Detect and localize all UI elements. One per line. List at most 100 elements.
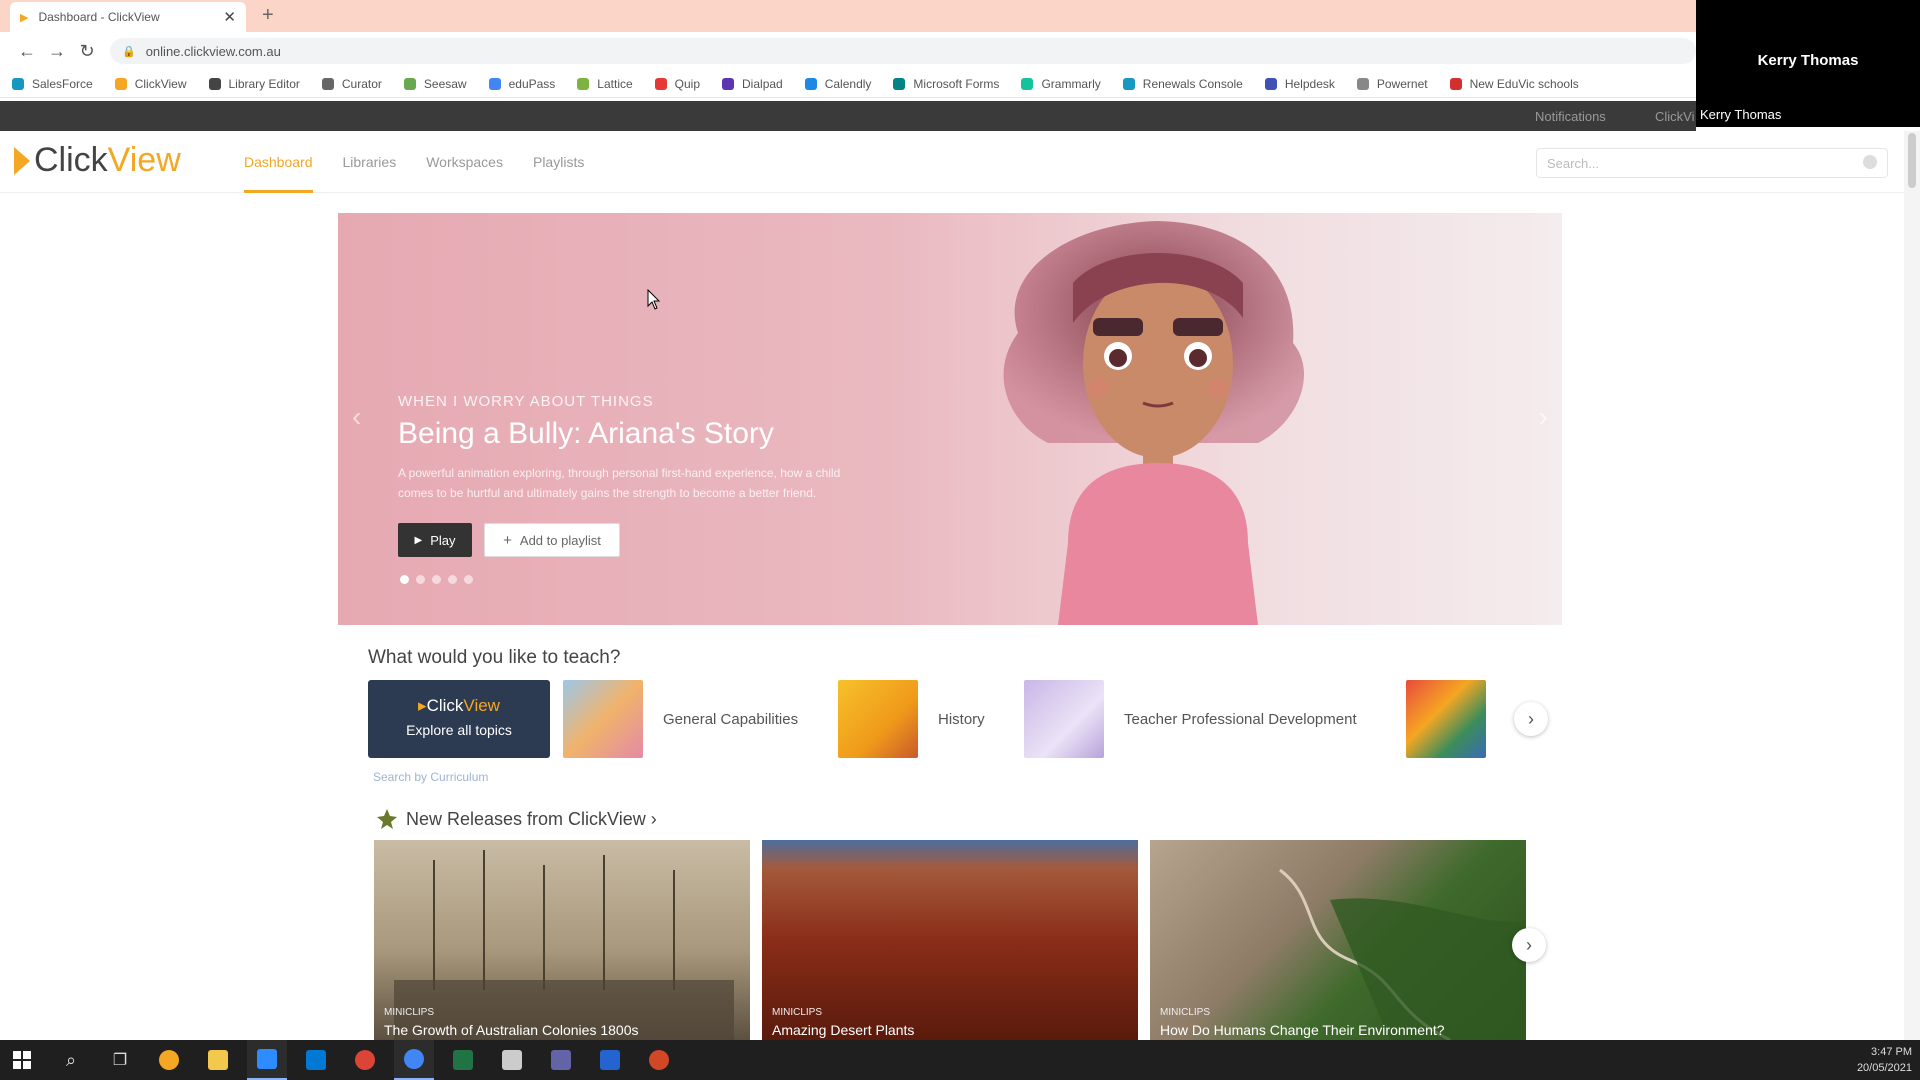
site-top-bar: Notifications ClickVi <box>0 101 1696 131</box>
bookmark-item[interactable]: eduPass <box>488 76 556 91</box>
bookmark-item[interactable]: Powernet <box>1356 77 1428 91</box>
nav-workspaces[interactable]: Workspaces <box>426 131 503 193</box>
bookmark-item[interactable]: Calendly <box>804 76 872 91</box>
carousel-dot[interactable] <box>416 575 425 584</box>
topic-history[interactable]: History <box>838 680 985 758</box>
release-card[interactable]: MINICLIPS Amazing Desert Plants <box>762 840 1138 1040</box>
clickview-favicon-icon: ▶ <box>20 11 29 24</box>
carousel-prev-icon[interactable]: ‹ <box>352 401 361 433</box>
page-scrollbar[interactable] <box>1904 131 1920 1040</box>
bookmark-item[interactable]: New EduVic schools <box>1449 76 1579 91</box>
chrome-taskbar-icon[interactable] <box>149 1040 189 1080</box>
hero-character-illustration <box>1003 221 1305 625</box>
participant-label: Kerry Thomas <box>1700 107 1782 122</box>
forward-icon[interactable]: → <box>42 41 72 62</box>
explore-all-topics-card[interactable]: ▸ClickView Explore all topics <box>368 680 550 758</box>
windows-taskbar: ⌕ ❐ 3:47 PM 20/05/2021 <box>0 1040 1920 1080</box>
release-card[interactable]: MINICLIPS The Growth of Australian Colon… <box>374 840 750 1040</box>
chrome-active-taskbar-icon[interactable] <box>394 1040 434 1080</box>
add-to-playlist-button[interactable]: + Add to playlist <box>484 523 620 557</box>
bookmark-item[interactable]: Quip <box>654 76 701 91</box>
new-tab-button[interactable]: + <box>262 4 274 27</box>
topics-next-button[interactable]: › <box>1514 702 1548 736</box>
search-placeholder: Search... <box>1547 156 1600 171</box>
browser-tab[interactable]: ▶ Dashboard - ClickView ✕ <box>10 2 246 32</box>
file-explorer-icon[interactable] <box>198 1040 238 1080</box>
windows-start-icon[interactable] <box>2 1040 42 1080</box>
excel-taskbar-icon[interactable] <box>443 1040 483 1080</box>
teams-taskbar-icon[interactable] <box>541 1040 581 1080</box>
bookmark-favicon-icon <box>208 77 221 90</box>
nav-dashboard[interactable]: Dashboard <box>244 131 313 193</box>
play-button[interactable]: ▶ Play <box>398 523 472 557</box>
bookmark-item[interactable]: Curator <box>321 76 382 91</box>
bookmark-item[interactable]: Renewals Console <box>1122 76 1243 91</box>
carousel-dot[interactable] <box>448 575 457 584</box>
bookmark-item[interactable]: SalesForce <box>12 77 93 91</box>
chrome-alt-taskbar-icon[interactable] <box>345 1040 385 1080</box>
bookmark-item[interactable]: Grammarly <box>1021 76 1101 91</box>
hero-kicker: WHEN I WORRY ABOUT THINGS <box>398 393 654 410</box>
bookmarks-bar: SalesForce ClickView Library Editor Curator… <box>0 70 1696 98</box>
bookmark-item[interactable]: ClickView <box>114 77 187 91</box>
carousel-dot[interactable] <box>432 575 441 584</box>
search-by-curriculum-link[interactable]: Search by Curriculum <box>373 770 488 784</box>
nav-libraries[interactable]: Libraries <box>343 131 397 193</box>
zoom-taskbar-icon[interactable] <box>247 1040 287 1080</box>
search-icon[interactable] <box>1863 155 1877 169</box>
release-title: Amazing Desert Plants <box>772 1022 915 1038</box>
notifications-link[interactable]: Notifications <box>1535 109 1606 124</box>
release-card[interactable]: MINICLIPS How Do Humans Change Their Env… <box>1150 840 1526 1040</box>
bookmark-label: Calendly <box>824 76 872 91</box>
task-view-icon[interactable]: ❐ <box>100 1040 140 1080</box>
bookmark-label: Renewals Console <box>1142 76 1243 91</box>
carousel-dot[interactable] <box>464 575 473 584</box>
system-clock[interactable]: 3:47 PM 20/05/2021 <box>1857 1044 1912 1076</box>
logo-click-text: Click <box>34 141 108 179</box>
account-link[interactable]: ClickVi <box>1655 109 1695 124</box>
outlook-taskbar-icon[interactable] <box>296 1040 336 1080</box>
topic-label: General Capabilities <box>663 710 799 728</box>
bookmark-favicon-icon <box>1122 77 1135 90</box>
app-taskbar-icon[interactable] <box>492 1040 532 1080</box>
bookmark-item[interactable]: Seesaw <box>403 77 467 91</box>
clickview-logo[interactable]: Click View <box>14 141 181 180</box>
powerpoint-taskbar-icon[interactable] <box>639 1040 679 1080</box>
carousel-dot[interactable] <box>400 575 409 584</box>
bookmark-label: New EduVic schools <box>1469 76 1579 91</box>
back-icon[interactable]: ← <box>12 41 42 62</box>
topic-teacher-professional-development[interactable]: Teacher Professional Development <box>1024 680 1357 758</box>
carousel-next-icon[interactable]: › <box>1539 401 1548 433</box>
webcam-overlay: Kerry Thomas Kerry Thomas <box>1696 0 1920 127</box>
bookmark-favicon-icon <box>1264 77 1277 90</box>
bookmark-item[interactable]: Lattice <box>577 77 633 91</box>
releases-next-button[interactable]: › <box>1512 928 1546 962</box>
bookmark-favicon-icon <box>1356 77 1369 90</box>
bookmark-label: Curator <box>341 76 382 91</box>
bookmark-label: eduPass <box>508 76 556 91</box>
bookmark-label: Quip <box>674 76 701 91</box>
bookmark-item[interactable]: Dialpad <box>722 77 783 91</box>
topic-partial[interactable] <box>1406 680 1506 758</box>
topic-general-capabilities[interactable]: General Capabilities <box>563 680 798 758</box>
search-taskbar-icon[interactable]: ⌕ <box>51 1040 91 1080</box>
bookmark-item[interactable]: Helpdesk <box>1264 77 1335 91</box>
close-tab-icon[interactable]: ✕ <box>223 8 236 26</box>
hero-carousel: ‹ › WHEN I WORRY ABOUT THINGS Being a Bu… <box>338 213 1562 625</box>
search-input[interactable]: Search... <box>1536 148 1888 178</box>
nav-playlists[interactable]: Playlists <box>533 131 584 193</box>
release-tag: MINICLIPS <box>1160 1007 1211 1018</box>
todo-taskbar-icon[interactable] <box>590 1040 630 1080</box>
bookmark-favicon-icon <box>321 77 334 90</box>
new-releases-heading[interactable]: New Releases from ClickView › <box>376 808 657 830</box>
teach-section-title: What would you like to teach? <box>368 647 621 668</box>
url-input[interactable]: 🔒 online.clickview.com.au <box>110 38 1696 64</box>
bookmark-label: Grammarly <box>1041 76 1101 91</box>
bookmark-item[interactable]: Library Editor <box>208 76 300 91</box>
address-bar: ← → ↻ 🔒 online.clickview.com.au <box>0 32 1696 70</box>
scrollbar-thumb[interactable] <box>1908 133 1916 188</box>
url-text: online.clickview.com.au <box>145 43 281 59</box>
bookmark-item[interactable]: Microsoft Forms <box>893 77 999 91</box>
reload-icon[interactable]: ↻ <box>72 41 102 62</box>
bookmark-label: Library Editor <box>228 76 300 91</box>
